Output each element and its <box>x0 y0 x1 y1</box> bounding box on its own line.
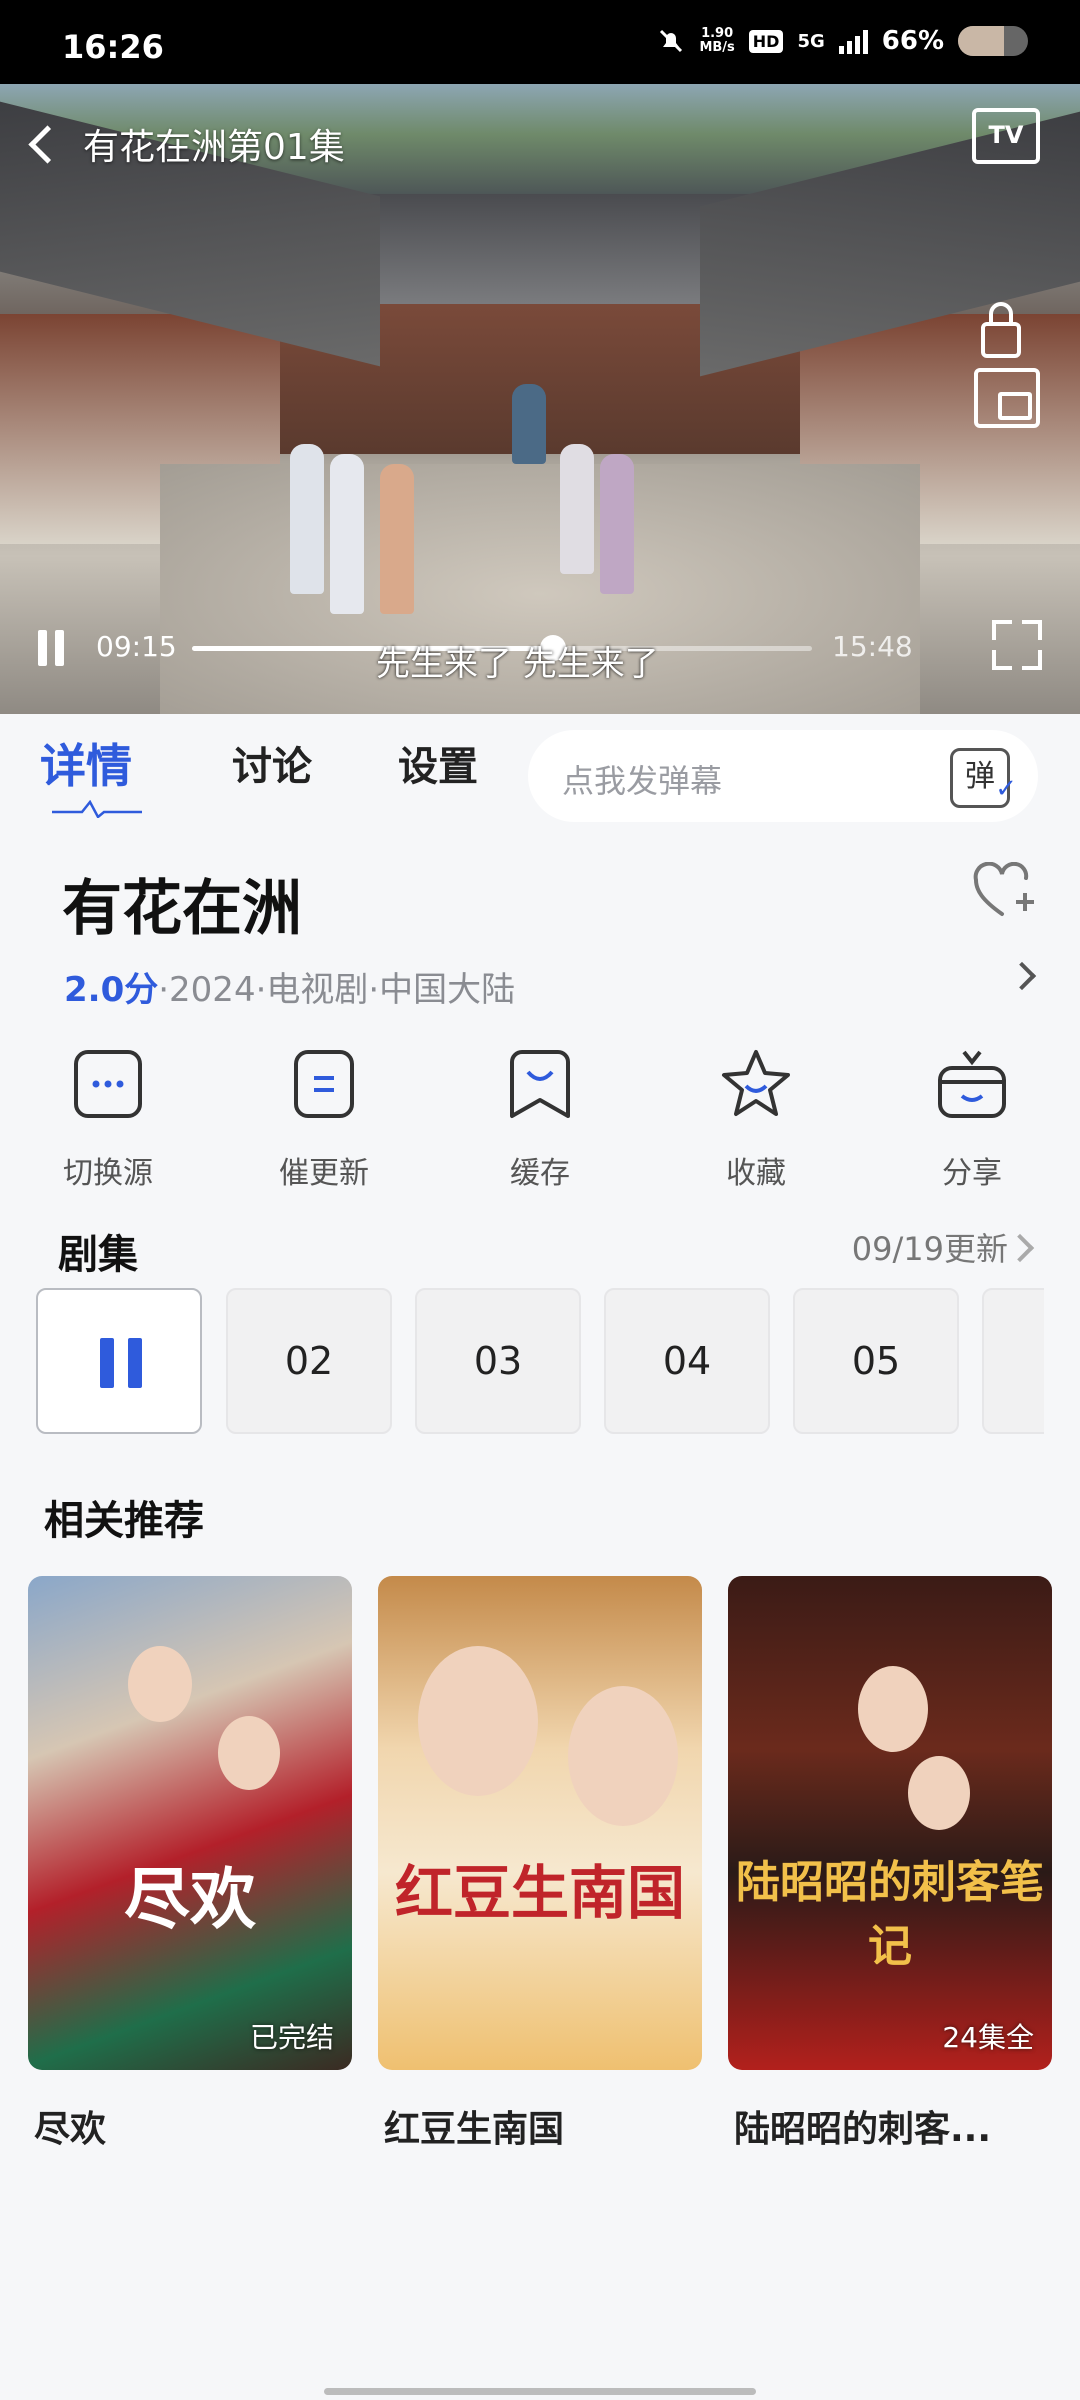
favorite-button[interactable]: 收藏 <box>666 1048 846 1192</box>
download-icon <box>510 1050 570 1118</box>
show-title: 有花在洲 <box>62 874 302 944</box>
network-type: 5G <box>797 30 825 52</box>
recommend-title: 尽欢 <box>34 2109 107 2150</box>
recommend-title: 陆昭昭的刺客... <box>734 2109 992 2150</box>
scene-figure <box>600 454 634 594</box>
action-label: 收藏 <box>726 1156 786 1191</box>
poster-face <box>218 1716 280 1790</box>
chevron-right-icon[interactable] <box>1005 1233 1035 1263</box>
active-tab-indicator <box>52 800 142 818</box>
scene-figure <box>290 444 324 594</box>
recommend-title: 红豆生南国 <box>384 2109 565 2150</box>
poster-image: 尽欢 已完结 <box>28 1576 352 2070</box>
screen-lock-icon[interactable] <box>980 300 1022 360</box>
star-icon <box>722 1050 790 1116</box>
gesture-nav-bar[interactable] <box>324 2388 756 2395</box>
scene-figure <box>330 454 364 614</box>
total-time: 15:48 <box>832 630 913 663</box>
action-label: 缓存 <box>510 1156 570 1191</box>
download-button[interactable]: 缓存 <box>450 1048 630 1192</box>
more-dots-icon <box>74 1050 142 1118</box>
poster-title: 尽欢 <box>124 1861 256 1938</box>
scene-figure <box>512 384 546 464</box>
switch-source-button[interactable]: 切换源 <box>18 1048 198 1192</box>
action-label: 催更新 <box>279 1156 369 1191</box>
danmaku-placeholder: 点我发弹幕 <box>562 762 723 800</box>
hd-badge: HD <box>748 29 784 53</box>
poster-face <box>128 1646 192 1722</box>
episodes-heading: 剧集 <box>58 1232 138 1278</box>
mute-bell-icon <box>660 29 683 53</box>
tab-discussion[interactable]: 讨论 <box>232 734 312 792</box>
danmaku-toggle-icon[interactable]: 弹 <box>950 748 1017 815</box>
poster-title: 陆昭昭的刺客笔记 <box>736 1857 1044 1972</box>
playing-pause-icon <box>100 1338 144 1388</box>
poster-face <box>568 1686 678 1826</box>
status-icons: 1.90 MB/s HD 5G 66% <box>657 26 1028 56</box>
back-arrow-icon[interactable] <box>28 124 67 164</box>
status-time: 16:26 <box>62 28 164 66</box>
episode-item-current[interactable] <box>36 1288 202 1434</box>
battery-icon <box>958 26 1028 56</box>
status-bar: 16:26 1.90 MB/s HD 5G 66% <box>0 0 1080 84</box>
player-title: 有花在洲第01集 <box>83 127 345 168</box>
danmaku-text: 先生来了 先生来了 <box>376 644 659 684</box>
show-meta-text: ·2024·电视剧·中国大陆 <box>158 970 516 1010</box>
signal-icon <box>838 28 868 54</box>
tab-settings[interactable]: 设置 <box>398 734 478 792</box>
action-label: 切换源 <box>63 1156 153 1191</box>
battery-percent: 66% <box>881 26 944 56</box>
episode-item[interactable]: 03 <box>415 1288 581 1434</box>
action-label: 分享 <box>942 1156 1002 1191</box>
poster-badge: 已完结 <box>249 2021 334 2054</box>
current-time: 09:15 <box>96 630 177 663</box>
share-icon <box>938 1050 1006 1118</box>
episode-list: 02 03 04 05 <box>36 1288 1044 1438</box>
episode-item-partial[interactable] <box>982 1288 1044 1434</box>
episode-item[interactable]: 05 <box>793 1288 959 1434</box>
notify-icon <box>294 1050 354 1118</box>
recommend-card[interactable]: 尽欢 已完结 尽欢 <box>28 1576 352 2152</box>
episodes-update[interactable]: 09/19更新 <box>852 1224 1008 1270</box>
danmaku-input[interactable]: 点我发弹幕 弹 <box>528 730 1038 822</box>
fullscreen-icon[interactable] <box>992 620 1042 670</box>
share-button[interactable]: 分享 <box>882 1048 1062 1192</box>
show-score: 2.0分 <box>64 970 159 1010</box>
poster-title: 红豆生南国 <box>394 1859 685 1927</box>
episode-item[interactable]: 02 <box>226 1288 392 1434</box>
poster-face <box>418 1646 538 1796</box>
heart-add-icon[interactable] <box>972 862 1036 922</box>
episode-item[interactable]: 04 <box>604 1288 770 1434</box>
recommend-card[interactable]: 红豆生南国 红豆生南国 <box>378 1576 702 2152</box>
poster-face <box>858 1666 928 1752</box>
poster-face <box>908 1756 970 1830</box>
poster-image: 陆昭昭的刺客笔记 24集全 <box>728 1576 1052 2070</box>
poster-badge: 24集全 <box>942 2021 1034 2054</box>
player-header: 有花在洲第01集 <box>28 118 345 170</box>
video-player[interactable] <box>0 84 1080 714</box>
scene-figure <box>380 464 414 614</box>
show-meta[interactable]: 2.0分·2024·电视剧·中国大陆 <box>64 962 515 1011</box>
tab-details[interactable]: 详情 <box>40 730 132 796</box>
recommend-card[interactable]: 陆昭昭的刺客笔记 24集全 陆昭昭的刺客... <box>728 1576 1052 2152</box>
poster-image: 红豆生南国 <box>378 1576 702 2070</box>
chevron-right-icon[interactable] <box>1007 961 1037 991</box>
recommend-heading: 相关推荐 <box>44 1498 204 1544</box>
net-speed: 1.90 MB/s <box>699 26 735 55</box>
pause-icon[interactable] <box>38 630 68 666</box>
action-row: 切换源 催更新 缓存 收藏 分享 <box>0 1048 1080 1198</box>
scene-figure <box>560 444 594 574</box>
tab-bar: 详情 讨论 设置 点我发弹幕 弹 <box>0 714 1080 838</box>
request-update-button[interactable]: 催更新 <box>234 1048 414 1192</box>
cast-tv-icon[interactable]: TV <box>972 108 1040 164</box>
picture-in-picture-icon[interactable] <box>974 368 1040 428</box>
